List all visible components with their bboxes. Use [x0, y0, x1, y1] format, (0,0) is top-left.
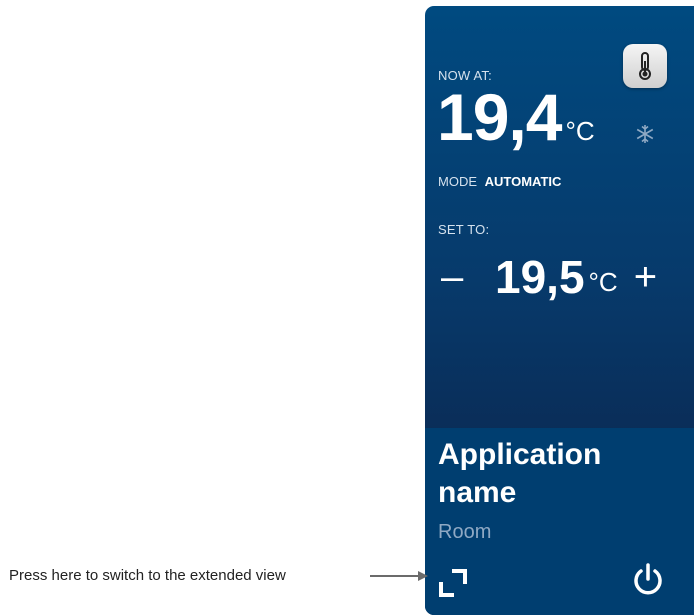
expand-icon: [439, 569, 467, 597]
snowflake-icon: [636, 125, 654, 143]
widget-footer: Application name Room: [425, 428, 694, 615]
thermometer-button[interactable]: [623, 44, 667, 88]
current-temperature: 19,4 °C: [437, 84, 595, 150]
annotation-text: Press here to switch to the extended vie…: [9, 567, 286, 584]
cooling-indicator: [635, 124, 655, 149]
power-button[interactable]: [630, 562, 666, 598]
decrease-button[interactable]: –: [441, 257, 477, 297]
setpoint-row: – 19,5 °C +: [441, 254, 657, 300]
room-name: Room: [438, 521, 492, 543]
widget-top-section: NOW AT: 19,4 °C MODE AUTOMATIC SET TO: –…: [425, 6, 694, 428]
thermostat-widget: NOW AT: 19,4 °C MODE AUTOMATIC SET TO: –…: [425, 6, 694, 615]
mode-value: AUTOMATIC: [484, 174, 562, 189]
mode-label: MODE: [438, 174, 477, 189]
setpoint-unit: °C: [588, 267, 618, 297]
current-temperature-value: 19,4: [437, 80, 562, 154]
application-name: Application name: [438, 438, 602, 509]
increase-button[interactable]: +: [634, 257, 657, 297]
mode-row: MODE AUTOMATIC: [438, 174, 561, 189]
power-icon: [634, 563, 662, 595]
expand-view-button[interactable]: [438, 568, 468, 598]
set-to-label: SET TO:: [438, 222, 490, 237]
thermometer-icon: [639, 52, 651, 80]
setpoint-value: 19,5: [495, 251, 585, 303]
current-temperature-unit: °C: [565, 116, 595, 146]
arrow-icon: [370, 571, 428, 581]
